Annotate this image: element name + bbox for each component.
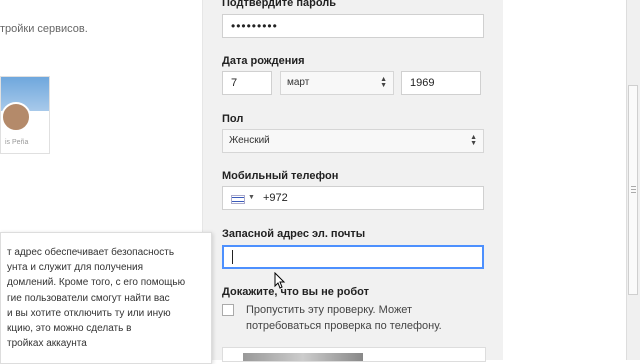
scrollbar-thumb[interactable] <box>628 85 638 295</box>
phone-country-code: +972 <box>263 192 288 204</box>
country-dropdown-icon[interactable]: ▼ <box>248 187 255 209</box>
birth-month-value: март <box>287 77 310 88</box>
skip-text-line1: Пропустить эту проверку. Может <box>246 304 413 316</box>
skip-verification-checkbox[interactable] <box>222 304 234 316</box>
tooltip-line: и вы хотите отключить ту или иную <box>7 307 171 319</box>
birth-year-input[interactable]: 1969 <box>401 71 481 95</box>
backup-email-tooltip: т адрес обеспечивает безопасность унта и… <box>0 232 212 364</box>
backup-email-label: Запасной адрес эл. почты <box>222 228 366 240</box>
skip-verification-text: Пропустить эту проверку. Может потребова… <box>246 302 442 334</box>
updown-arrows-icon: ▲ ▼ <box>380 76 387 89</box>
updown-arrows-icon: ▲ ▼ <box>470 134 477 147</box>
tooltip-line: т адрес обеспечивает безопасность <box>7 247 175 258</box>
intro-text: тройки сервисов. <box>0 23 88 35</box>
birthdate-label: Дата рождения <box>222 55 305 67</box>
gender-select[interactable]: Женский ▲ ▼ <box>222 129 484 153</box>
backup-email-input[interactable] <box>222 245 484 269</box>
captcha-label: Докажите, что вы не робот <box>222 286 369 298</box>
profile-card: is Peña <box>0 76 50 154</box>
phone-label: Мобильный телефон <box>222 170 339 182</box>
gender-value: Женский <box>229 135 270 146</box>
skip-text-line2: потребоваться проверка по телефону. <box>246 320 442 332</box>
birth-day-input[interactable]: 7 <box>222 71 272 95</box>
tooltip-line: гие пользователи смогут найти вас <box>7 292 170 304</box>
birth-month-select[interactable]: март ▲ ▼ <box>280 71 394 95</box>
tooltip-line: тройках аккаунта <box>7 338 87 350</box>
profile-name: is Peña <box>5 139 29 146</box>
gender-label: Пол <box>222 113 244 125</box>
tooltip-line: домлений. Кроме того, с его помощью <box>7 277 186 289</box>
confirm-password-label: Подтвердите пароль <box>222 0 337 9</box>
tooltip-line: унта и служит для получения <box>7 262 144 274</box>
phone-input[interactable]: ▼ +972 <box>222 186 484 210</box>
tooltip-text: т адрес обеспечивает безопасность унта и… <box>7 245 207 351</box>
israel-flag-icon[interactable] <box>231 195 245 204</box>
tooltip-line: кцию, это можно сделать в <box>7 323 132 335</box>
avatar <box>1 102 31 132</box>
confirm-password-input[interactable]: ••••••••• <box>222 14 484 38</box>
text-cursor <box>232 250 233 264</box>
